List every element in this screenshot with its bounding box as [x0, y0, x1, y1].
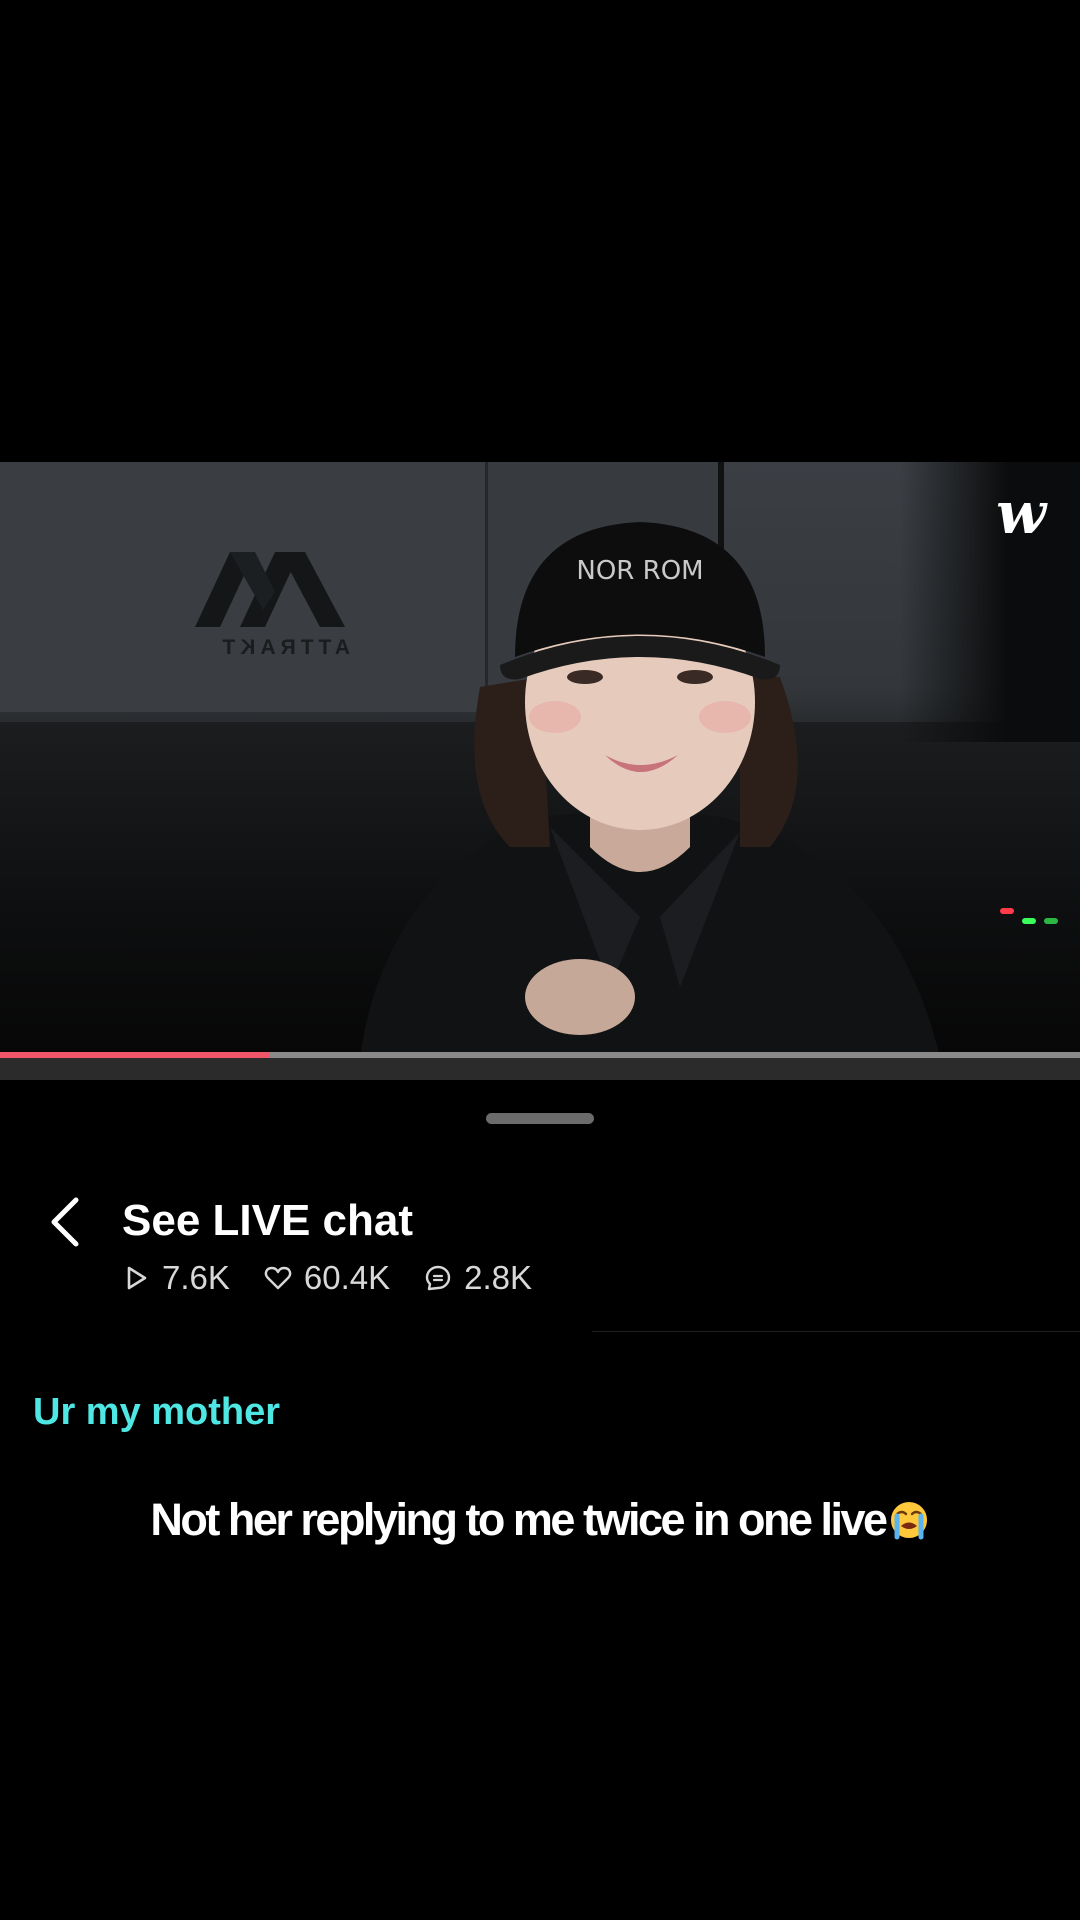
live-stats: 7.6K 60.4K 2.8K: [122, 1258, 566, 1298]
live-video-frame[interactable]: ATTRAKT NOR ROM w: [0, 462, 1080, 1054]
wall-sign-text: ATTRAKT: [217, 636, 350, 659]
weverse-logo: w: [996, 479, 1046, 547]
video-progress-fill: [0, 1052, 270, 1058]
cap-text: NOR ROM: [576, 556, 703, 586]
see-live-chat-title[interactable]: See LIVE chat: [122, 1194, 413, 1248]
highlighted-comment[interactable]: Ur my mother: [33, 1388, 280, 1436]
drag-handle[interactable]: [486, 1113, 594, 1124]
views-count: 7.6K: [162, 1259, 230, 1296]
likes-count: 60.4K: [303, 1259, 391, 1296]
tiktok-video-screen: ATTRAKT NOR ROM w See LIVE chat 7.6K 60.…: [0, 0, 1080, 1920]
loudly-crying-face-emoji: [888, 1500, 929, 1540]
play-icon: [127, 1266, 147, 1290]
heart-icon: [264, 1266, 292, 1290]
progress-bar-background: [0, 1058, 1080, 1080]
caption-text: Not her replying to me twice in one live: [150, 1494, 888, 1545]
likes-stat: 60.4K: [264, 1258, 390, 1298]
chevron-left-icon[interactable]: [42, 1192, 90, 1252]
video-progress-bar[interactable]: [0, 1052, 1080, 1058]
views-stat: 7.6K: [122, 1258, 230, 1298]
equipment-lights: [1000, 908, 1058, 924]
wall-logo-graphic: ATTRAKT: [195, 552, 350, 659]
streamer-figure: NOR ROM: [360, 522, 940, 1054]
comments-stat: 2.8K: [424, 1258, 532, 1298]
comments-count: 2.8K: [464, 1259, 533, 1296]
video-caption: Not her replying to me twice in one live: [0, 1490, 1080, 1550]
divider: [592, 1331, 1080, 1332]
comment-icon: [425, 1265, 451, 1291]
